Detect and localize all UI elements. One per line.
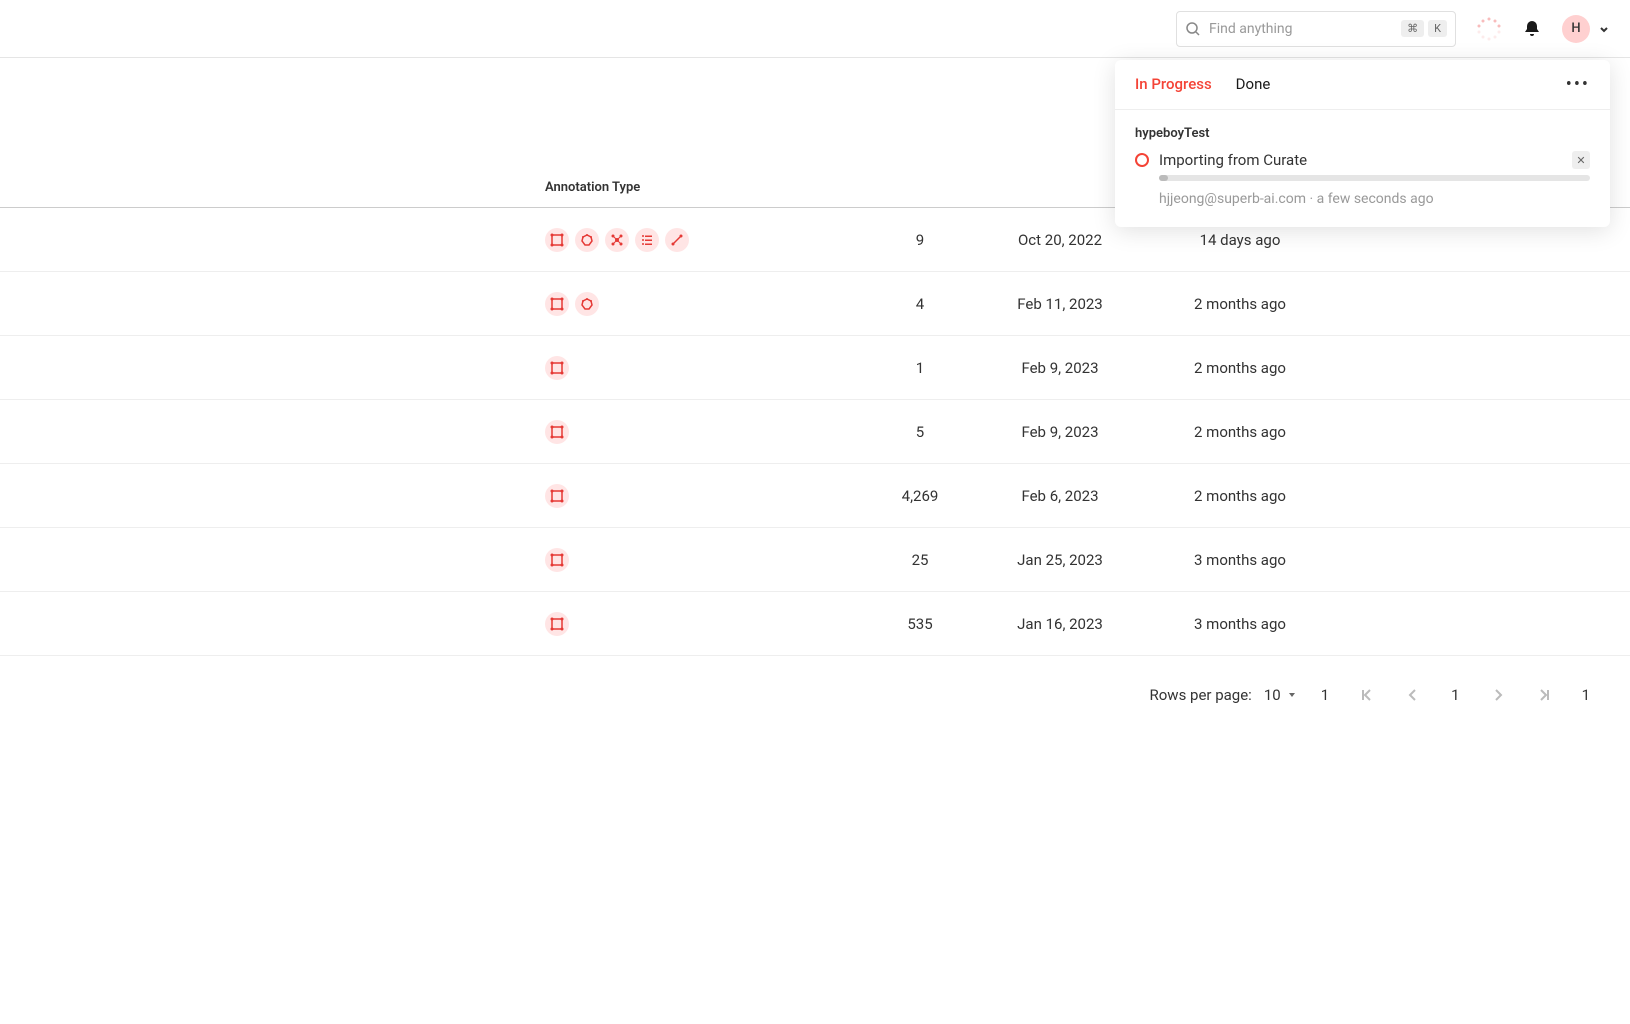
progress-bar [1159,175,1590,181]
table-row[interactable]: 4,269 Feb 6, 2023 2 months ago [0,464,1630,528]
status-circle-icon [1135,153,1149,167]
notif-time: a few seconds ago [1317,191,1434,207]
notif-body: hypeboyTest Importing from Curate ✕ hjje… [1115,110,1610,227]
table-row[interactable]: 4 Feb 11, 2023 2 months ago [0,272,1630,336]
table-row[interactable]: 535 Jan 16, 2023 3 months ago [0,592,1630,656]
search-input[interactable] [1209,21,1393,37]
count-cell: 5 [870,423,970,441]
ago-cell: 2 months ago [1150,359,1330,377]
table-row[interactable]: 25 Jan 25, 2023 3 months ago [0,528,1630,592]
header-icons: H [1476,15,1610,43]
page-left-num: 1 [1321,686,1329,704]
box-annotation-icon [545,356,569,380]
rows-per-page: Rows per page: 10 [1150,686,1297,704]
current-page: 1 [1451,686,1459,704]
kbd-key: K [1428,20,1447,37]
progress-fill [1159,175,1168,181]
count-cell: 9 [870,231,970,249]
rows-label: Rows per page: [1150,686,1252,704]
ago-cell: 2 months ago [1150,295,1330,313]
annotation-icons [0,484,870,508]
ago-cell: 2 months ago [1150,487,1330,505]
date-cell: Oct 20, 2022 [970,231,1150,249]
notif-title: Importing from Curate [1159,151,1562,169]
date-cell: Feb 11, 2023 [970,295,1150,313]
search-icon [1185,21,1201,37]
box-annotation-icon [545,228,569,252]
rows-select[interactable]: 10 [1264,686,1297,704]
ago-cell: 14 days ago [1150,231,1330,249]
next-page-icon[interactable] [1490,687,1506,703]
tab-in-progress[interactable]: In Progress [1135,75,1212,95]
date-cell: Feb 9, 2023 [970,423,1150,441]
bell-icon[interactable] [1522,19,1542,39]
notif-meta: hjjeong@superb-ai.com · a few seconds ag… [1159,191,1590,207]
date-cell: Feb 9, 2023 [970,359,1150,377]
tab-done[interactable]: Done [1236,75,1271,95]
polygon-annotation-icon [575,228,599,252]
table-row[interactable]: 5 Feb 9, 2023 2 months ago [0,400,1630,464]
notif-tabs: In Progress Done ••• [1115,60,1610,110]
header: ⌘ K H [0,0,1630,58]
ago-cell: 2 months ago [1150,423,1330,441]
loading-spinner [1476,16,1502,42]
kbd-cmd: ⌘ [1401,20,1424,37]
count-cell: 535 [870,615,970,633]
annotation-icons [0,292,870,316]
avatar: H [1562,15,1590,43]
kbd-shortcut: ⌘ K [1401,20,1447,37]
notif-sep: · [1306,191,1317,207]
box-annotation-icon [545,612,569,636]
close-icon[interactable]: ✕ [1572,151,1590,169]
notification-panel: In Progress Done ••• hypeboyTest Importi… [1115,60,1610,227]
box-annotation-icon [545,484,569,508]
table-row[interactable]: 1 Feb 9, 2023 2 months ago [0,336,1630,400]
line-annotation-icon [665,228,689,252]
annotation-icons [0,420,870,444]
date-cell: Jan 25, 2023 [970,551,1150,569]
box-annotation-icon [545,292,569,316]
date-cell: Feb 6, 2023 [970,487,1150,505]
polygon-annotation-icon [575,292,599,316]
chevron-down-icon [1598,23,1610,35]
count-cell: 25 [870,551,970,569]
annotation-icons [0,548,870,572]
annotation-icons [0,612,870,636]
keypoint-annotation-icon [605,228,629,252]
first-page-icon[interactable] [1359,687,1375,703]
page-right-num: 1 [1582,686,1590,704]
ago-cell: 3 months ago [1150,551,1330,569]
dropdown-icon [1287,690,1297,700]
notif-user: hjjeong@superb-ai.com [1159,191,1306,207]
annotation-icons [0,228,870,252]
prev-page-icon[interactable] [1405,687,1421,703]
header-annotation-type: Annotation Type [0,180,700,195]
annotation-icons [0,356,870,380]
notif-more-icon[interactable]: ••• [1566,74,1590,95]
count-cell: 4 [870,295,970,313]
search-box[interactable]: ⌘ K [1176,11,1456,47]
pagination: Rows per page: 10 1 1 1 [0,656,1630,734]
box-annotation-icon [545,420,569,444]
notif-project-name: hypeboyTest [1135,126,1590,141]
count-cell: 1 [870,359,970,377]
user-menu[interactable]: H [1562,15,1610,43]
count-cell: 4,269 [870,487,970,505]
notif-item: Importing from Curate ✕ [1135,151,1590,169]
date-cell: Jan 16, 2023 [970,615,1150,633]
rows-value: 10 [1264,686,1281,704]
page-controls: 1 1 1 [1321,686,1590,704]
box-annotation-icon [545,548,569,572]
last-page-icon[interactable] [1536,687,1552,703]
list-annotation-icon [635,228,659,252]
ago-cell: 3 months ago [1150,615,1330,633]
